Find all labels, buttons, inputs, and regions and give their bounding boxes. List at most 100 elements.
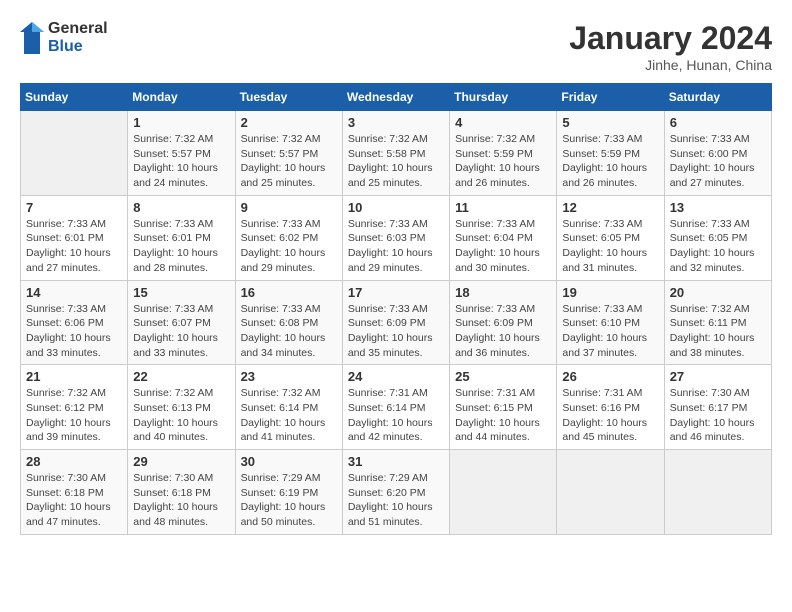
calendar-cell: 12 Sunrise: 7:33 AMSunset: 6:05 PMDayligh…: [557, 195, 664, 280]
calendar-cell: 2 Sunrise: 7:32 AMSunset: 5:57 PMDaylight…: [235, 111, 342, 196]
day-info: Sunrise: 7:33 AMSunset: 6:05 PMDaylight:…: [670, 217, 766, 276]
day-info: Sunrise: 7:33 AMSunset: 6:00 PMDaylight:…: [670, 132, 766, 191]
column-header-wednesday: Wednesday: [342, 84, 449, 111]
day-info: Sunrise: 7:32 AMSunset: 6:13 PMDaylight:…: [133, 386, 229, 445]
day-number: 18: [455, 285, 551, 300]
calendar-cell: 23 Sunrise: 7:32 AMSunset: 6:14 PMDayligh…: [235, 365, 342, 450]
day-number: 29: [133, 454, 229, 469]
calendar-cell: 9 Sunrise: 7:33 AMSunset: 6:02 PMDaylight…: [235, 195, 342, 280]
location-subtitle: Jinhe, Hunan, China: [569, 57, 772, 73]
day-info: Sunrise: 7:31 AMSunset: 6:16 PMDaylight:…: [562, 386, 658, 445]
day-info: Sunrise: 7:33 AMSunset: 6:02 PMDaylight:…: [241, 217, 337, 276]
day-info: Sunrise: 7:31 AMSunset: 6:14 PMDaylight:…: [348, 386, 444, 445]
day-info: Sunrise: 7:32 AMSunset: 5:57 PMDaylight:…: [241, 132, 337, 191]
month-title: January 2024: [569, 20, 772, 57]
day-info: Sunrise: 7:29 AMSunset: 6:19 PMDaylight:…: [241, 471, 337, 530]
day-info: Sunrise: 7:33 AMSunset: 6:08 PMDaylight:…: [241, 302, 337, 361]
day-number: 12: [562, 200, 658, 215]
day-info: Sunrise: 7:29 AMSunset: 6:20 PMDaylight:…: [348, 471, 444, 530]
column-header-thursday: Thursday: [450, 84, 557, 111]
day-info: Sunrise: 7:33 AMSunset: 6:09 PMDaylight:…: [455, 302, 551, 361]
calendar-week-2: 14Sunrise: 7:33 AMSunset: 6:06 PMDayligh…: [21, 280, 772, 365]
column-header-friday: Friday: [557, 84, 664, 111]
day-number: 5: [562, 115, 658, 130]
day-number: 1: [133, 115, 229, 130]
calendar-cell: 25 Sunrise: 7:31 AMSunset: 6:15 PMDayligh…: [450, 365, 557, 450]
logo-text: General Blue: [48, 20, 108, 55]
day-info: Sunrise: 7:33 AMSunset: 6:06 PMDaylight:…: [26, 302, 122, 361]
calendar-cell: 26 Sunrise: 7:31 AMSunset: 6:16 PMDayligh…: [557, 365, 664, 450]
day-info: Sunrise: 7:33 AMSunset: 6:01 PMDaylight:…: [133, 217, 229, 276]
column-header-sunday: Sunday: [21, 84, 128, 111]
day-info: Sunrise: 7:33 AMSunset: 6:01 PMDaylight:…: [26, 217, 122, 276]
day-number: 10: [348, 200, 444, 215]
day-number: 21: [26, 369, 122, 384]
day-number: 27: [670, 369, 766, 384]
day-number: 20: [670, 285, 766, 300]
column-header-tuesday: Tuesday: [235, 84, 342, 111]
calendar-cell: 11 Sunrise: 7:33 AMSunset: 6:04 PMDayligh…: [450, 195, 557, 280]
day-info: Sunrise: 7:30 AMSunset: 6:18 PMDaylight:…: [26, 471, 122, 530]
calendar-cell: 29 Sunrise: 7:30 AMSunset: 6:18 PMDayligh…: [128, 450, 235, 535]
day-info: Sunrise: 7:33 AMSunset: 6:10 PMDaylight:…: [562, 302, 658, 361]
calendar-cell: 13Sunrise: 7:33 AMSunset: 6:05 PMDayligh…: [664, 195, 771, 280]
day-number: 2: [241, 115, 337, 130]
day-number: 7: [26, 200, 122, 215]
logo: General Blue: [20, 20, 108, 55]
day-info: Sunrise: 7:33 AMSunset: 6:03 PMDaylight:…: [348, 217, 444, 276]
day-number: 31: [348, 454, 444, 469]
day-info: Sunrise: 7:33 AMSunset: 6:04 PMDaylight:…: [455, 217, 551, 276]
calendar-cell: 4 Sunrise: 7:32 AMSunset: 5:59 PMDaylight…: [450, 111, 557, 196]
calendar-table: SundayMondayTuesdayWednesdayThursdayFrid…: [20, 83, 772, 535]
column-header-saturday: Saturday: [664, 84, 771, 111]
day-info: Sunrise: 7:32 AMSunset: 5:57 PMDaylight:…: [133, 132, 229, 191]
day-info: Sunrise: 7:32 AMSunset: 6:14 PMDaylight:…: [241, 386, 337, 445]
day-number: 30: [241, 454, 337, 469]
calendar-cell: 24Sunrise: 7:31 AMSunset: 6:14 PMDayligh…: [342, 365, 449, 450]
day-info: Sunrise: 7:31 AMSunset: 6:15 PMDaylight:…: [455, 386, 551, 445]
day-number: 9: [241, 200, 337, 215]
day-number: 11: [455, 200, 551, 215]
calendar-cell: 28Sunrise: 7:30 AMSunset: 6:18 PMDayligh…: [21, 450, 128, 535]
day-number: 17: [348, 285, 444, 300]
calendar-cell: 5Sunrise: 7:33 AMSunset: 5:59 PMDaylight…: [557, 111, 664, 196]
day-number: 6: [670, 115, 766, 130]
calendar-cell: 8 Sunrise: 7:33 AMSunset: 6:01 PMDaylight…: [128, 195, 235, 280]
calendar-cell: [21, 111, 128, 196]
day-number: 25: [455, 369, 551, 384]
calendar-cell: [664, 450, 771, 535]
calendar-cell: 31 Sunrise: 7:29 AMSunset: 6:20 PMDayligh…: [342, 450, 449, 535]
calendar-week-0: 1 Sunrise: 7:32 AMSunset: 5:57 PMDaylight…: [21, 111, 772, 196]
day-info: Sunrise: 7:32 AMSunset: 5:59 PMDaylight:…: [455, 132, 551, 191]
day-number: 22: [133, 369, 229, 384]
calendar-cell: [450, 450, 557, 535]
column-header-monday: Monday: [128, 84, 235, 111]
logo-general: General: [48, 20, 108, 38]
day-number: 19: [562, 285, 658, 300]
calendar-week-4: 28Sunrise: 7:30 AMSunset: 6:18 PMDayligh…: [21, 450, 772, 535]
calendar-cell: 17 Sunrise: 7:33 AMSunset: 6:09 PMDayligh…: [342, 280, 449, 365]
calendar-cell: [557, 450, 664, 535]
logo-blue: Blue: [48, 38, 108, 56]
day-number: 8: [133, 200, 229, 215]
calendar-cell: 21 Sunrise: 7:32 AMSunset: 6:12 PMDayligh…: [21, 365, 128, 450]
day-info: Sunrise: 7:32 AMSunset: 6:12 PMDaylight:…: [26, 386, 122, 445]
day-number: 23: [241, 369, 337, 384]
day-number: 26: [562, 369, 658, 384]
calendar-cell: 20Sunrise: 7:32 AMSunset: 6:11 PMDayligh…: [664, 280, 771, 365]
day-info: Sunrise: 7:30 AMSunset: 6:17 PMDaylight:…: [670, 386, 766, 445]
calendar-cell: 22 Sunrise: 7:32 AMSunset: 6:13 PMDayligh…: [128, 365, 235, 450]
calendar-header-row: SundayMondayTuesdayWednesdayThursdayFrid…: [21, 84, 772, 111]
calendar-cell: 15Sunrise: 7:33 AMSunset: 6:07 PMDayligh…: [128, 280, 235, 365]
calendar-cell: 16 Sunrise: 7:33 AMSunset: 6:08 PMDayligh…: [235, 280, 342, 365]
day-number: 15: [133, 285, 229, 300]
calendar-week-3: 21 Sunrise: 7:32 AMSunset: 6:12 PMDayligh…: [21, 365, 772, 450]
day-info: Sunrise: 7:32 AMSunset: 5:58 PMDaylight:…: [348, 132, 444, 191]
day-info: Sunrise: 7:30 AMSunset: 6:18 PMDaylight:…: [133, 471, 229, 530]
day-number: 16: [241, 285, 337, 300]
day-info: Sunrise: 7:33 AMSunset: 6:09 PMDaylight:…: [348, 302, 444, 361]
calendar-cell: 7 Sunrise: 7:33 AMSunset: 6:01 PMDaylight…: [21, 195, 128, 280]
day-info: Sunrise: 7:33 AMSunset: 6:05 PMDaylight:…: [562, 217, 658, 276]
title-section: January 2024 Jinhe, Hunan, China: [569, 20, 772, 73]
day-number: 4: [455, 115, 551, 130]
